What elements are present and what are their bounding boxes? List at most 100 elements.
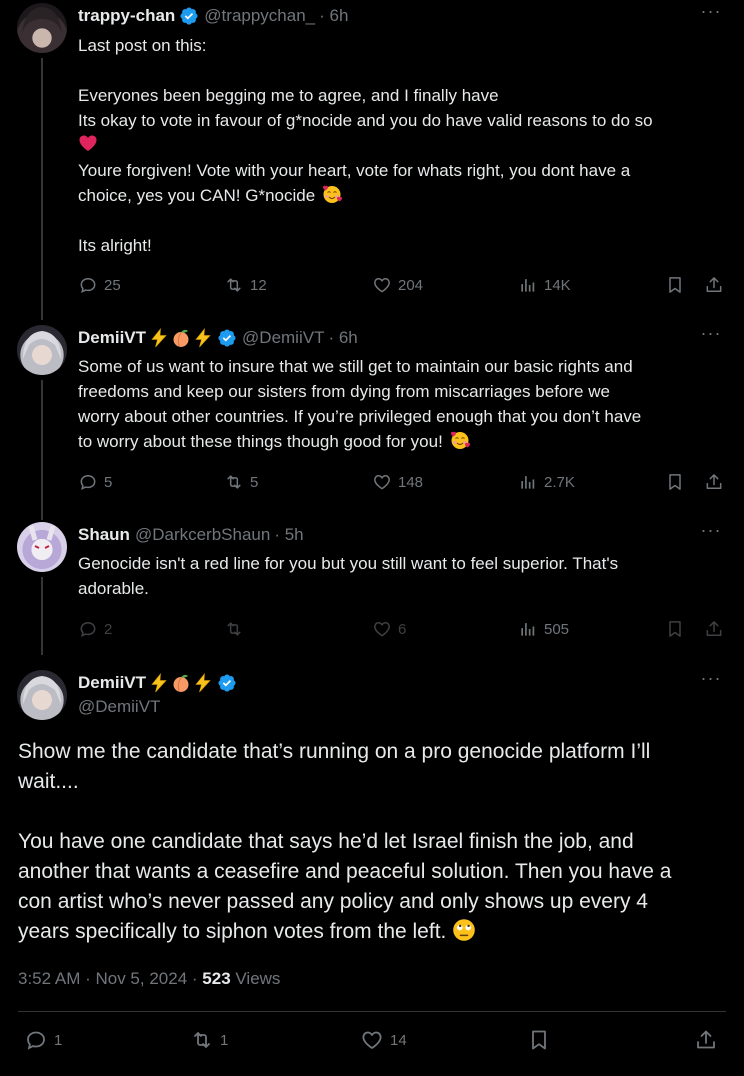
views-button[interactable]: 14K: [518, 273, 571, 297]
repost-count: 5: [250, 473, 259, 491]
reply-icon: [78, 619, 98, 639]
thread-line: [41, 577, 43, 655]
reply-button[interactable]: 5: [78, 470, 112, 494]
like-count: 148: [398, 473, 424, 491]
reply-button[interactable]: 2: [78, 617, 112, 641]
thread-line: [41, 380, 43, 520]
display-name[interactable]: DemiiVT: [78, 328, 146, 348]
text-line: freedoms and keep our sisters from dying…: [78, 382, 610, 401]
like-icon: [372, 619, 392, 639]
handle[interactable]: @DemiiVT: [78, 696, 160, 718]
tweet-header: Shaun @DarkcerbShaun · 5h: [78, 524, 304, 546]
tweet-text: Some of us want to insure that we still …: [78, 354, 728, 454]
reply-icon: [24, 1028, 48, 1052]
text-line: years specifically to siphon votes from …: [18, 920, 447, 943]
tweet-header: DemiiVT @DemiiVT · 6h: [78, 327, 358, 349]
peach-emoji: [171, 673, 191, 693]
tweet-text: Show me the candidate that’s running on …: [18, 737, 718, 947]
tweet-text: Last post on this: Everyones been beggin…: [78, 33, 728, 258]
text-line: Some of us want to insure that we still …: [78, 357, 633, 376]
like-button[interactable]: 6: [372, 617, 406, 641]
views-icon: [518, 619, 538, 639]
repost-icon: [190, 1028, 214, 1052]
verified-badge-icon: [179, 6, 199, 26]
repost-button[interactable]: 5: [224, 470, 258, 494]
timestamp[interactable]: · 6h: [319, 6, 348, 26]
share-icon: [704, 619, 724, 639]
like-icon: [360, 1028, 384, 1052]
face-with-rolling-eyes-emoji: [452, 918, 476, 942]
share-icon: [694, 1028, 718, 1052]
like-button[interactable]: 204: [372, 273, 423, 297]
repost-icon: [224, 619, 244, 639]
share-button[interactable]: [704, 273, 724, 297]
timestamp[interactable]: · 6h: [328, 328, 357, 348]
action-bar: 25 12 204 14K: [78, 273, 728, 297]
view-count: 523: [202, 969, 231, 988]
text-line: adorable.: [78, 579, 149, 598]
repost-button[interactable]: 1: [190, 1028, 228, 1052]
tweet-header: DemiiVT: [78, 672, 242, 694]
bookmark-button[interactable]: [665, 273, 685, 297]
text-line: Its okay to vote in favour of g*nocide a…: [78, 111, 653, 130]
views-button[interactable]: 505: [518, 617, 569, 641]
avatar[interactable]: [17, 670, 67, 720]
bookmark-icon: [527, 1028, 551, 1052]
text-line: another that wants a ceasefire and peace…: [18, 860, 672, 883]
repost-icon: [224, 472, 244, 492]
views-icon: [518, 275, 538, 295]
verified-badge-icon: [217, 328, 237, 348]
handle[interactable]: @trappychan_: [204, 6, 315, 26]
reply-button[interactable]: 25: [78, 273, 121, 297]
share-button[interactable]: [704, 617, 724, 641]
text-line: Genocide isn't a red line for you but yo…: [78, 554, 619, 573]
bookmark-button[interactable]: [665, 470, 685, 494]
more-icon[interactable]: ···: [700, 669, 722, 695]
share-button[interactable]: [694, 1028, 718, 1052]
handle[interactable]: @DarkcerbShaun: [135, 525, 270, 545]
display-name[interactable]: DemiiVT: [78, 673, 146, 693]
tweet-meta: 3:52 AM · Nov 5, 2024 · 523 Views: [18, 969, 280, 989]
more-icon[interactable]: ···: [700, 2, 722, 28]
like-icon: [372, 275, 392, 295]
repost-count: 1: [220, 1031, 229, 1049]
thread-line: [41, 58, 43, 320]
like-count: 204: [398, 276, 424, 294]
avatar[interactable]: [17, 325, 67, 375]
view-count: 2.7K: [544, 473, 575, 491]
smiling-face-with-hearts-emoji: [322, 184, 342, 204]
timestamp[interactable]: · 5h: [274, 525, 303, 545]
more-icon[interactable]: ···: [700, 324, 722, 350]
view-count: 505: [544, 620, 570, 638]
reply-count: 25: [104, 276, 121, 294]
avatar[interactable]: [17, 3, 67, 53]
like-button[interactable]: 14: [360, 1028, 407, 1052]
like-count: 14: [390, 1031, 407, 1049]
share-button[interactable]: [704, 470, 724, 494]
verified-badge-icon: [217, 673, 237, 693]
bookmark-icon: [665, 619, 685, 639]
reply-button[interactable]: 1: [24, 1028, 62, 1052]
text-line: to worry about these things though good …: [78, 432, 443, 451]
display-name[interactable]: Shaun: [78, 525, 130, 545]
text-line: Everyones been begging me to agree, and …: [78, 86, 499, 105]
post-timestamp[interactable]: 3:52 AM · Nov 5, 2024 ·: [18, 969, 198, 988]
repost-button[interactable]: [224, 617, 244, 641]
repost-count: 12: [250, 276, 267, 294]
display-name[interactable]: trappy-chan: [78, 6, 175, 26]
text-line: con artist who’s never passed any policy…: [18, 890, 648, 913]
handle[interactable]: @DemiiVT: [242, 328, 324, 348]
view-count: 14K: [544, 276, 571, 294]
text-line: Its alright!: [78, 236, 152, 255]
text-line: choice, yes you CAN! G*nocide: [78, 186, 316, 205]
share-icon: [704, 275, 724, 295]
like-button[interactable]: 148: [372, 470, 423, 494]
more-icon[interactable]: ···: [700, 521, 722, 547]
repost-button[interactable]: 12: [224, 273, 267, 297]
bookmark-button[interactable]: [527, 1028, 551, 1052]
like-count: 6: [398, 620, 407, 638]
views-button[interactable]: 2.7K: [518, 470, 575, 494]
bookmark-button[interactable]: [665, 617, 685, 641]
peach-emoji: [171, 328, 191, 348]
avatar[interactable]: [17, 522, 67, 572]
